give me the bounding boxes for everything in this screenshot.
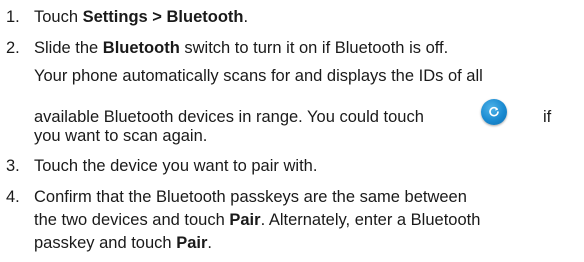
step-4-text-line-3: passkey and touch Pair. xyxy=(34,233,212,253)
step-4-text-part: . xyxy=(207,234,212,252)
step-2-line-2: Your phone automatically scans for and d… xyxy=(0,66,584,86)
step-4-number: 4. xyxy=(6,188,20,206)
step-2-text-line-3: available Bluetooth devices in range. Yo… xyxy=(34,99,551,127)
refresh-icon[interactable] xyxy=(481,99,507,125)
step-4-text-part: the two devices and touch xyxy=(34,211,230,229)
step-1-text-part: Touch xyxy=(34,8,83,26)
step-2-text-part: Slide the xyxy=(34,39,103,57)
step-3: 3. Touch the device you want to pair wit… xyxy=(0,156,584,176)
step-2-line-3: available Bluetooth devices in range. Yo… xyxy=(0,99,584,127)
step-4-pair-label: Pair xyxy=(229,211,261,229)
step-2-bluetooth-label: Bluetooth xyxy=(102,39,180,57)
step-2-number: 2. xyxy=(6,39,20,57)
step-4-line-2: the two devices and touch Pair. Alternat… xyxy=(0,210,584,230)
step-4-text-part: . Alternately, enter a Bluetooth xyxy=(260,211,481,229)
step-1: 1. Touch Settings > Bluetooth. xyxy=(0,7,584,27)
refresh-icon-glyph xyxy=(489,106,499,117)
step-2-text: Slide the Bluetooth switch to turn it on… xyxy=(34,38,448,58)
step-2-text-part: you want to scan again. xyxy=(34,127,208,145)
step-1-settings-path: Settings > Bluetooth xyxy=(82,8,244,26)
step-2-line-4: you want to scan again. xyxy=(0,126,584,146)
step-2: 2. Slide the Bluetooth switch to turn it… xyxy=(0,38,584,58)
step-1-text: Touch Settings > Bluetooth. xyxy=(34,7,248,27)
step-4-text: Confirm that the Bluetooth passkeys are … xyxy=(34,188,467,206)
step-1-number: 1. xyxy=(6,8,20,26)
step-2-text-part: switch to turn it on if Bluetooth is off… xyxy=(179,39,449,57)
step-4-line-3: passkey and touch Pair. xyxy=(0,233,584,253)
instruction-list: 1. Touch Settings > Bluetooth. 2. Slide … xyxy=(0,0,584,262)
step-2-text-part: if xyxy=(543,108,552,126)
step-1-text-part: . xyxy=(243,8,249,26)
step-2-text-part: Your phone automatically scans for and d… xyxy=(34,67,483,85)
step-4-text-line-2: the two devices and touch Pair. Alternat… xyxy=(34,210,480,230)
step-3-text: Touch the device you want to pair with. xyxy=(34,157,318,175)
step-2-text-part: available Bluetooth devices in range. Yo… xyxy=(34,108,424,126)
step-4: 4. Confirm that the Bluetooth passkeys a… xyxy=(0,187,584,207)
step-3-number: 3. xyxy=(6,157,20,175)
step-4-text-part: passkey and touch xyxy=(34,234,177,252)
step-4-pair-label: Pair xyxy=(176,234,208,252)
